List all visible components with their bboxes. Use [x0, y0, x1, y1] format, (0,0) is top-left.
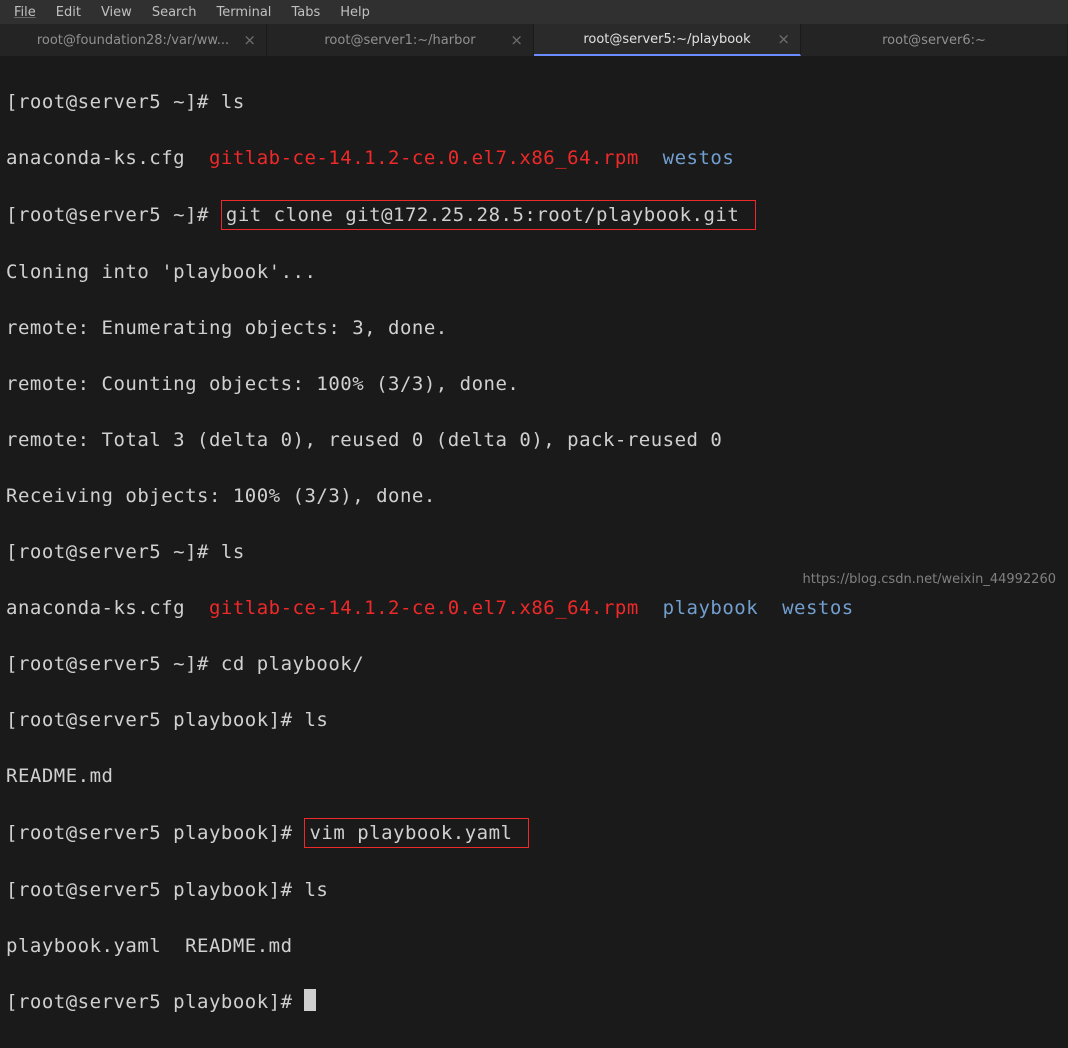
terminal-output[interactable]: [root@server5 ~]# ls anaconda-ks.cfg git… — [0, 56, 1068, 1048]
menu-view[interactable]: View — [91, 3, 142, 22]
terminal-line: playbook.yaml README.md — [6, 932, 1062, 960]
terminal-line: anaconda-ks.cfg gitlab-ce-14.1.2-ce.0.el… — [6, 144, 1062, 172]
terminal-line: [root@server5 playbook]# — [6, 988, 1062, 1016]
terminal-line: Receiving objects: 100% (3/3), done. — [6, 482, 1062, 510]
tab-label: root@foundation28:/var/ww... — [37, 33, 229, 48]
terminal-line: [root@server5 ~]# git clone git@172.25.2… — [6, 200, 1062, 230]
tab-0[interactable]: root@foundation28:/var/ww... × — [0, 24, 267, 56]
menu-file[interactable]: File — [4, 3, 46, 22]
menu-edit[interactable]: Edit — [46, 3, 91, 22]
terminal-line: [root@server5 ~]# cd playbook/ — [6, 650, 1062, 678]
menu-terminal[interactable]: Terminal — [206, 3, 281, 22]
terminal-line: remote: Enumerating objects: 3, done. — [6, 314, 1062, 342]
tab-label: root@server5:~/playbook — [583, 32, 750, 47]
watermark: https://blog.csdn.net/weixin_44992260 — [802, 572, 1056, 587]
tab-bar: root@foundation28:/var/ww... × root@serv… — [0, 24, 1068, 56]
terminal-line: [root@server5 playbook]# vim playbook.ya… — [6, 818, 1062, 848]
tab-label: root@server6:~ — [882, 33, 986, 48]
terminal-line: README.md — [6, 762, 1062, 790]
terminal-line: remote: Counting objects: 100% (3/3), do… — [6, 370, 1062, 398]
terminal-line: remote: Total 3 (delta 0), reused 0 (del… — [6, 426, 1062, 454]
menu-search[interactable]: Search — [142, 3, 207, 22]
terminal-line: Cloning into 'playbook'... — [6, 258, 1062, 286]
tab-2[interactable]: root@server5:~/playbook × — [534, 24, 801, 56]
highlight-vim: vim playbook.yaml — [304, 818, 529, 848]
close-icon[interactable]: × — [243, 31, 256, 49]
tab-label: root@server1:~/harbor — [324, 33, 475, 48]
terminal-line: [root@server5 playbook]# ls — [6, 706, 1062, 734]
menu-help[interactable]: Help — [330, 3, 380, 22]
tab-3[interactable]: root@server6:~ — [801, 24, 1068, 56]
close-icon[interactable]: × — [777, 30, 790, 48]
terminal-line: anaconda-ks.cfg gitlab-ce-14.1.2-ce.0.el… — [6, 594, 1062, 622]
cursor-icon — [304, 989, 316, 1011]
menu-tabs[interactable]: Tabs — [281, 3, 330, 22]
highlight-git-clone: git clone git@172.25.28.5:root/playbook.… — [221, 200, 756, 230]
terminal-line: [root@server5 ~]# ls — [6, 538, 1062, 566]
terminal-line: [root@server5 ~]# ls — [6, 88, 1062, 116]
tab-1[interactable]: root@server1:~/harbor × — [267, 24, 534, 56]
terminal-line: [root@server5 playbook]# ls — [6, 876, 1062, 904]
close-icon[interactable]: × — [510, 31, 523, 49]
menubar: File Edit View Search Terminal Tabs Help — [0, 0, 1068, 24]
